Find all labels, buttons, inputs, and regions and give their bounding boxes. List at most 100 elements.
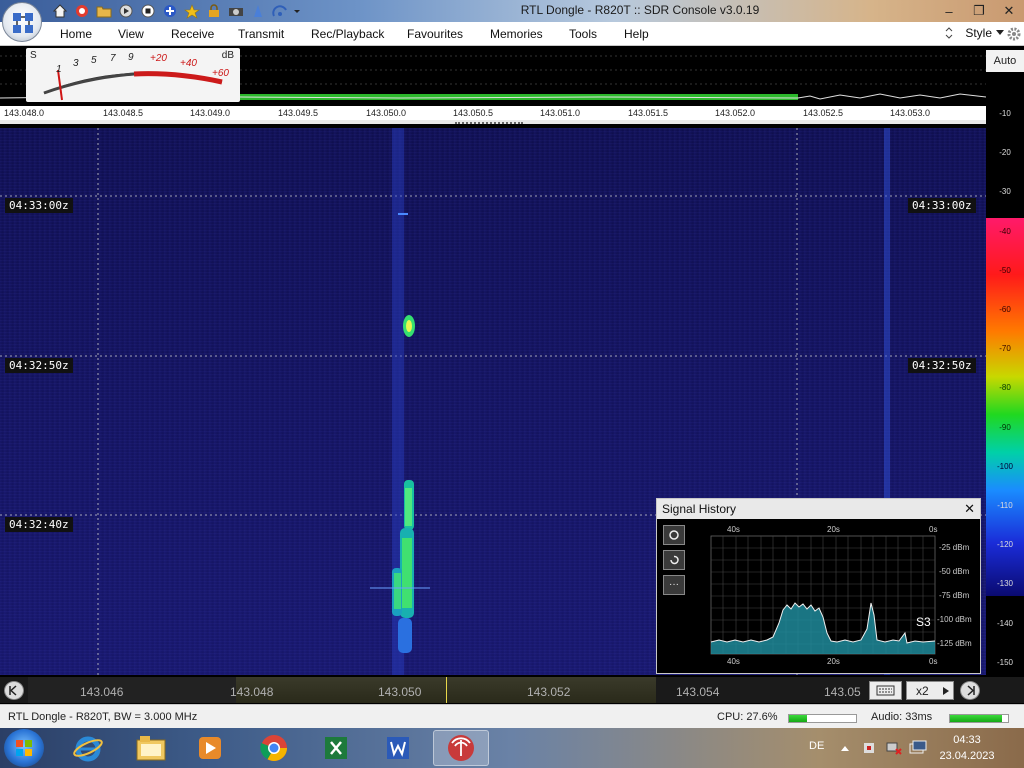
s-scale-1: 1 (56, 64, 62, 75)
chrome-icon[interactable] (246, 730, 302, 766)
bottom-freq-label: 143.05 (824, 685, 861, 699)
excel-icon[interactable] (308, 730, 364, 766)
db-label: -60 (999, 305, 1011, 314)
db-label: -30 (999, 187, 1011, 196)
close-button[interactable]: ✕ (994, 0, 1024, 22)
freq-label: 143.048.0 (4, 108, 45, 118)
home-icon[interactable] (50, 2, 69, 20)
rewind-button[interactable] (4, 681, 24, 700)
clock-time: 04:33 (953, 734, 981, 746)
restore-button[interactable]: ❐ (964, 0, 994, 22)
start-button[interactable] (4, 729, 44, 767)
minimize-button[interactable]: – (934, 0, 964, 22)
more-icon[interactable]: ··· (663, 575, 685, 595)
style-menu[interactable]: Style (945, 26, 1004, 40)
title-bar: RTL Dongle - R820T :: SDR Console v3.0.1… (0, 0, 1024, 22)
gear-icon[interactable] (1006, 26, 1022, 42)
db-label: -20 (999, 148, 1011, 157)
menu-favourites[interactable]: Favourites (407, 27, 463, 41)
menu-receive[interactable]: Receive (171, 27, 214, 41)
word-icon[interactable] (370, 730, 426, 766)
camera-icon[interactable] (226, 2, 245, 20)
time-label-left: 04:33:00z (5, 198, 73, 213)
freq-label: 143.050.5 (453, 108, 494, 118)
audio-label: Audio: 33ms (871, 711, 933, 723)
db-label: -140 (996, 619, 1013, 628)
reset-icon[interactable] (663, 550, 685, 570)
menu-help[interactable]: Help (624, 27, 649, 41)
lock-icon[interactable] (204, 2, 223, 20)
s-scale-7: 7 (110, 53, 116, 64)
fast-forward-button[interactable] (960, 681, 980, 700)
close-icon[interactable]: ✕ (964, 501, 975, 517)
db-label: -120 (996, 540, 1013, 549)
stop-icon[interactable] (138, 2, 157, 20)
s-reading: S3 (916, 615, 931, 629)
frequency-scale-top[interactable]: 143.048.0 143.048.5 143.049.0 143.049.5 … (0, 106, 986, 124)
media-player-icon[interactable] (182, 730, 238, 766)
dropdown-icon[interactable] (292, 2, 302, 20)
usb-device-icon[interactable] (861, 740, 877, 756)
db-label: -110 (997, 501, 1013, 510)
time-label-left: 04:32:40z (5, 517, 73, 532)
x-label-top: 20s (827, 525, 840, 534)
y-label: -50 dBm (939, 567, 970, 576)
db-label: -10 (999, 109, 1011, 118)
audio-level-fill (950, 715, 1003, 722)
system-clock[interactable]: 04:33 23.04.2023 (932, 732, 1002, 764)
s-meter: S dB 1 3 5 7 9 +20 +40 +60 (26, 48, 240, 102)
file-explorer-icon[interactable] (123, 730, 179, 766)
db-label: -80 (999, 383, 1011, 392)
frequency-scale-bottom[interactable]: 143.046 143.048 143.050 143.052 143.054 … (0, 677, 1024, 703)
freq-label: 143.051.5 (628, 108, 669, 118)
menu-home[interactable]: Home (60, 27, 92, 41)
record-icon[interactable] (663, 525, 685, 545)
menu-rec-playback[interactable]: Rec/Playback (311, 27, 384, 41)
auto-button[interactable]: Auto (986, 50, 1024, 72)
window-title: RTL Dongle - R820T :: SDR Console v3.0.1… (520, 3, 760, 17)
language-indicator[interactable]: DE (809, 740, 824, 752)
help-lifebuoy-icon[interactable] (72, 2, 91, 20)
s-scale-plus60: +60 (212, 68, 229, 79)
tuning-marker (446, 677, 447, 703)
windows-logo-icon (16, 740, 32, 756)
db-label: -90 (999, 423, 1011, 432)
app-menu-button[interactable] (2, 2, 42, 42)
menu-transmit[interactable]: Transmit (238, 27, 284, 41)
cpu-progress (788, 714, 857, 723)
db-label: -70 (999, 344, 1011, 353)
freq-label: 143.052.5 (803, 108, 844, 118)
x-label-bottom: 20s (827, 657, 840, 666)
folder-icon[interactable] (94, 2, 113, 20)
db-scale-panel: Auto -10 -20 -30 -40 -50 -60 -70 -80 -90… (986, 46, 1024, 703)
menu-view[interactable]: View (118, 27, 144, 41)
wave-icon[interactable] (270, 2, 289, 20)
bottom-freq-label: 143.054 (676, 685, 720, 699)
network-icon[interactable] (885, 740, 903, 756)
show-hidden-icons-icon[interactable] (840, 744, 850, 752)
s-scale-plus40: +40 (180, 58, 197, 69)
favourite-star-icon[interactable] (182, 2, 201, 20)
s-scale-3: 3 (73, 58, 79, 69)
bottom-freq-label: 143.046 (80, 685, 124, 699)
chevron-down-icon (996, 30, 1004, 35)
keyboard-icon[interactable] (869, 681, 902, 700)
splitter-handle[interactable] (455, 122, 523, 124)
add-icon[interactable] (160, 2, 179, 20)
db-unit-label: dB (221, 50, 234, 61)
s-unit-label: S (30, 50, 37, 61)
internet-explorer-icon[interactable] (60, 730, 116, 766)
cpu-label: CPU: 27.6% (717, 711, 778, 723)
action-center-icon[interactable] (909, 740, 927, 756)
signal-icon[interactable] (248, 2, 267, 20)
freq-label: 143.050.0 (366, 108, 407, 118)
signal-history-title: Signal History (657, 499, 980, 519)
zoom-select[interactable]: x2 (906, 681, 954, 700)
sdr-console-icon[interactable] (433, 730, 489, 766)
menu-tools[interactable]: Tools (569, 27, 597, 41)
app-logo-icon (13, 13, 33, 33)
freq-label: 143.052.0 (715, 108, 756, 118)
play-icon[interactable] (116, 2, 135, 20)
menu-memories[interactable]: Memories (490, 27, 543, 41)
x-label-top: 0s (929, 525, 938, 534)
